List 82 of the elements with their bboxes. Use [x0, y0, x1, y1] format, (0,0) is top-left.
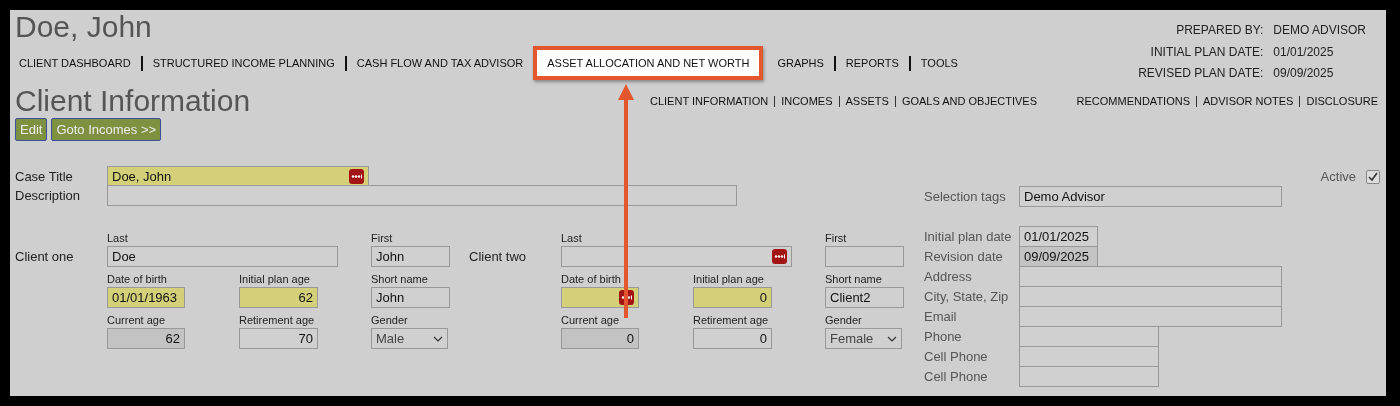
field-label: Initial plan date — [924, 229, 1013, 244]
input-field[interactable] — [1019, 346, 1159, 367]
nav-link[interactable]: TOOLS — [910, 57, 968, 69]
client-label: Client two — [469, 249, 528, 266]
input-field[interactable] — [561, 246, 792, 267]
field-label: Cell Phone — [924, 349, 989, 364]
info-value: 09/09/2025 — [1273, 66, 1335, 81]
section-link[interactable]: INCOMES — [781, 95, 833, 107]
ellipsis-icon[interactable] — [772, 249, 787, 264]
input-field[interactable]: 0 — [693, 287, 772, 308]
checkbox-label: Active — [1320, 169, 1356, 184]
input-field[interactable] — [1019, 366, 1159, 387]
field-label: City, State, Zip — [924, 289, 1010, 304]
field-label: Retirement age — [239, 314, 316, 327]
ellipsis-icon[interactable] — [349, 169, 364, 184]
select-field[interactable]: Female — [825, 328, 902, 349]
info-label: PREPARED BY: — [1175, 23, 1264, 38]
section-link[interactable]: GOALS AND OBJECTIVES — [901, 95, 1037, 107]
field-label: Phone — [924, 329, 963, 344]
field-label: Date of birth — [107, 273, 168, 286]
chevron-down-icon — [433, 335, 443, 342]
input-field[interactable] — [1019, 286, 1282, 307]
client-label: Client one — [15, 249, 75, 266]
input-field[interactable]: 01/01/2025 — [1019, 226, 1098, 247]
input-field[interactable] — [1019, 326, 1159, 347]
input-field[interactable]: Client2 — [825, 287, 904, 308]
field-label: Last — [107, 232, 129, 245]
active-checkbox[interactable] — [1366, 169, 1380, 184]
input-field[interactable] — [1019, 266, 1282, 287]
field-label: Initial plan age — [693, 273, 765, 286]
input-field[interactable]: Doe — [107, 246, 338, 267]
field-label: Current age — [561, 314, 621, 327]
field-label: Short name — [371, 273, 429, 286]
select-field[interactable]: Male — [371, 328, 448, 349]
field-label: First — [371, 232, 394, 245]
info-value: 01/01/2025 — [1273, 44, 1335, 60]
field-label: Case Title — [15, 169, 74, 184]
field-label: Retirement age — [693, 314, 770, 327]
nav-link[interactable]: CLIENT DASHBOARD — [15, 57, 141, 69]
section-link[interactable]: CLIENT INFORMATION — [650, 95, 769, 107]
field-label: Email — [924, 309, 958, 324]
input-field[interactable]: 0 — [693, 328, 772, 349]
input-field[interactable]: 62 — [239, 287, 318, 308]
field-label: Current age — [107, 314, 167, 327]
info-value: DEMO ADVISOR — [1273, 23, 1366, 38]
field-label: Short name — [825, 273, 883, 286]
input-field[interactable]: John — [371, 287, 450, 308]
field-label: Gender — [371, 314, 409, 327]
page-title: Client Information — [15, 84, 252, 118]
nav-link[interactable]: REPORTS — [835, 57, 909, 69]
input-field[interactable] — [561, 287, 639, 308]
nav-link[interactable]: STRUCTURED INCOME PLANNING — [142, 57, 345, 69]
nav-link[interactable]: GRAPHS — [767, 57, 834, 69]
input-field[interactable]: Doe, John — [107, 166, 369, 187]
input-field[interactable]: 01/01/1963 — [107, 287, 185, 308]
input-field[interactable] — [1019, 306, 1282, 327]
input-field[interactable] — [107, 185, 737, 206]
field-label: Description — [15, 188, 82, 203]
section-link[interactable]: RECOMMENDATIONS — [1076, 95, 1190, 107]
field-label: Gender — [825, 314, 863, 327]
chevron-down-icon — [887, 335, 897, 342]
input-field[interactable]: Demo Advisor — [1019, 186, 1282, 207]
info-label: REVISED PLAN DATE: — [1138, 66, 1264, 81]
input-field[interactable]: 70 — [239, 328, 318, 349]
client-name-title: Doe, John — [15, 10, 153, 44]
field-label: First — [825, 232, 848, 245]
field-label: Revision date — [924, 249, 1004, 264]
nav-link[interactable]: ASSET ALLOCATION AND NET WORTH — [533, 46, 764, 80]
section-link[interactable]: ASSETS — [845, 95, 889, 107]
section-link[interactable]: ADVISOR NOTES — [1203, 95, 1294, 107]
nav-link[interactable]: CASH FLOW AND TAX ADVISOR — [346, 57, 534, 69]
input-field[interactable]: John — [371, 246, 450, 267]
field-label: Selection tags — [924, 189, 1007, 204]
info-label: INITIAL PLAN DATE: — [1149, 44, 1264, 60]
field-label: Cell Phone — [924, 369, 989, 384]
section-link[interactable]: DISCLOSURE — [1306, 95, 1378, 107]
field-label: Initial plan age — [239, 273, 311, 286]
field-label: Address — [924, 269, 973, 284]
input-field[interactable] — [825, 246, 904, 267]
field-label: Last — [561, 232, 583, 245]
checkmark-icon — [1368, 171, 1378, 182]
field-label: Date of birth — [561, 273, 622, 286]
